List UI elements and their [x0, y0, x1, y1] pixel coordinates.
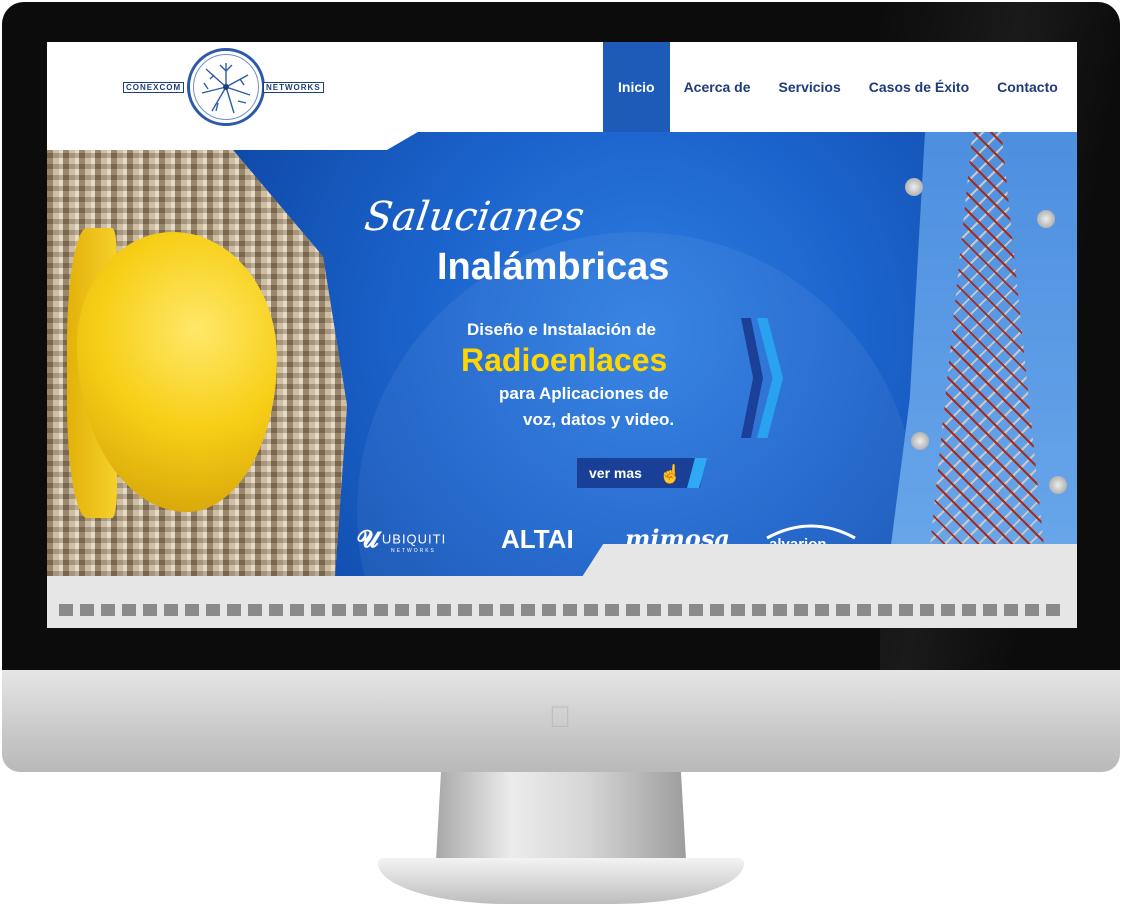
- brand-ubiquiti-sub: NETWORKS: [391, 548, 436, 554]
- brand-altai: ALTAI: [501, 524, 574, 554]
- ubiquiti-u-icon: 𝓤: [357, 526, 379, 553]
- nav-item-inicio[interactable]: Inicio: [603, 42, 670, 132]
- antenna-dish-icon: [911, 432, 929, 450]
- site-logo[interactable]: CONEXCOM NETWORKS: [123, 44, 329, 132]
- decorative-square: [206, 604, 220, 616]
- decorative-square: [689, 604, 703, 616]
- hero-line4: voz, datos y video.: [523, 410, 675, 429]
- decorative-square: [1046, 604, 1060, 616]
- decorative-square: [815, 604, 829, 616]
- decorative-square: [164, 604, 178, 616]
- logo-text-right: NETWORKS: [263, 82, 324, 93]
- brand-ubiquiti-label: UBIQUITI: [381, 531, 447, 547]
- decorative-square: [437, 604, 451, 616]
- alvarion-swoosh-icon: [766, 524, 856, 540]
- decorative-square: [857, 604, 871, 616]
- decorative-square: [269, 604, 283, 616]
- monitor-stand-base: [378, 858, 744, 904]
- decorative-square: [899, 604, 913, 616]
- next-slide-chevron-icon[interactable]: [741, 318, 791, 438]
- monitor:  CONEXCOM NETWORKS I: [0, 0, 1122, 904]
- antenna-dish-icon: [905, 178, 923, 196]
- site-header: CONEXCOM NETWORKS Inicio Acerca de Servi…: [47, 42, 1077, 132]
- decorative-square: [248, 604, 262, 616]
- decorative-square: [59, 604, 73, 616]
- decorative-square: [80, 604, 94, 616]
- decorative-square: [521, 604, 535, 616]
- decorative-square: [668, 604, 682, 616]
- decorative-square: [563, 604, 577, 616]
- ver-mas-label: ver mas: [589, 465, 642, 481]
- apple-logo-icon: : [545, 700, 575, 736]
- logo-text-left: CONEXCOM: [123, 82, 185, 93]
- decorative-square: [227, 604, 241, 616]
- decorative-square: [941, 604, 955, 616]
- nav-item-casos[interactable]: Casos de Éxito: [855, 42, 983, 132]
- decorative-square: [731, 604, 745, 616]
- nav-item-acerca[interactable]: Acerca de: [670, 42, 765, 132]
- antenna-dish-icon: [1037, 210, 1055, 228]
- footer-strip: [47, 576, 1077, 628]
- hero-line3: para Aplicaciones de: [499, 384, 669, 403]
- decorative-square: [710, 604, 724, 616]
- chevron-dark: [741, 318, 763, 438]
- decorative-square: [332, 604, 346, 616]
- nav-item-servicios[interactable]: Servicios: [765, 42, 855, 132]
- decorative-square: [353, 604, 367, 616]
- decorative-square: [836, 604, 850, 616]
- decorative-square: [290, 604, 304, 616]
- antenna-dish-icon: [1049, 476, 1067, 494]
- decorative-square: [752, 604, 766, 616]
- decorative-square: [983, 604, 997, 616]
- brand-ubiquiti: 𝓤 UBIQUITI NETWORKS: [357, 526, 446, 554]
- decorative-square: [920, 604, 934, 616]
- decorative-square: [416, 604, 430, 616]
- hero-title: Inalámbricas: [437, 246, 670, 288]
- monitor-stand-neck: [436, 772, 686, 860]
- decorative-square: [311, 604, 325, 616]
- dot-row: [59, 604, 1069, 618]
- decorative-square: [374, 604, 388, 616]
- hero-highlight: Radioenlaces: [461, 342, 668, 378]
- decorative-square: [794, 604, 808, 616]
- hero-line1: Diseño e Instalación de: [467, 320, 656, 339]
- radio-tower-image: [887, 132, 1077, 576]
- decorative-square: [1025, 604, 1039, 616]
- pointer-hand-icon: ☝: [659, 464, 682, 484]
- hero-banner: Salucianes Inalámbricas Diseño e Instala…: [47, 132, 1077, 576]
- decorative-square: [143, 604, 157, 616]
- logo-network-icon: [193, 54, 259, 120]
- decorative-square: [605, 604, 619, 616]
- decorative-square: [500, 604, 514, 616]
- decorative-square: [185, 604, 199, 616]
- website-screen: CONEXCOM NETWORKS Inicio Acerca de Servi…: [47, 42, 1077, 628]
- decorative-square: [458, 604, 472, 616]
- decorative-square: [101, 604, 115, 616]
- decorative-square: [773, 604, 787, 616]
- decorative-square: [1004, 604, 1018, 616]
- decorative-square: [122, 604, 136, 616]
- hero-script-title: Salucianes: [361, 194, 588, 240]
- decorative-square: [878, 604, 892, 616]
- decorative-square: [479, 604, 493, 616]
- decorative-square: [647, 604, 661, 616]
- nav-item-contacto[interactable]: Contacto: [983, 42, 1072, 132]
- ver-mas-button[interactable]: ver mas: [577, 458, 705, 488]
- main-nav: Inicio Acerca de Servicios Casos de Éxit…: [603, 42, 1072, 132]
- decorative-square: [542, 604, 556, 616]
- decorative-square: [395, 604, 409, 616]
- decorative-square: [962, 604, 976, 616]
- decorative-square: [584, 604, 598, 616]
- decorative-square: [626, 604, 640, 616]
